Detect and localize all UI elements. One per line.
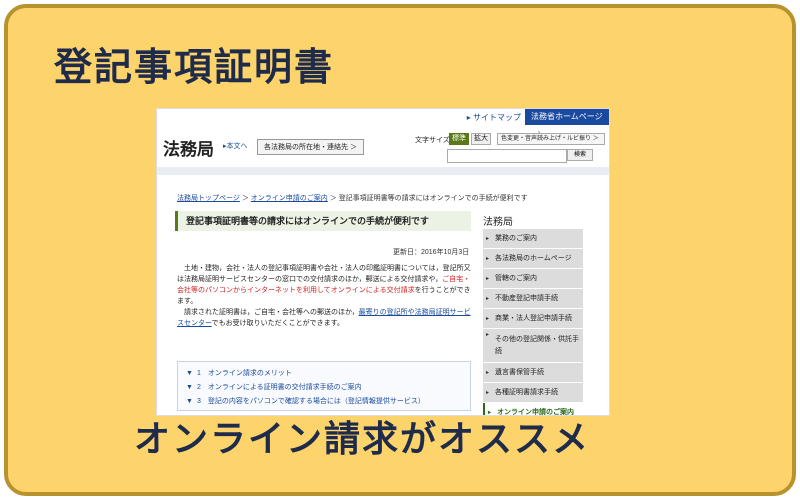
intro-text-4: でもお受け取りいただくことができます。 — [211, 320, 344, 327]
breadcrumb-online[interactable]: オンライン申請のご案内 — [251, 195, 328, 202]
breadcrumb-sep: ＞ — [241, 195, 249, 202]
website-screenshot: ▸ サイトマップ 法務省ホームページ› 法務局 ▸本文へ 各法務局の所在地・連絡… — [156, 108, 610, 416]
breadcrumb-current: 登記事項証明書等の請求にはオンラインでの手続が便利です — [338, 195, 528, 202]
breadcrumb: 法務局トップページ ＞ オンライン申請のご案内 ＞ 登記事項証明書等の請求にはオ… — [177, 193, 528, 203]
sidebar-item[interactable]: 管轄のご案内 — [483, 269, 583, 289]
fontsize-large-button[interactable]: 拡大 — [471, 133, 491, 145]
footer-text: オンライン請求がオススメ — [134, 419, 591, 460]
sidebar-item[interactable]: 商業・法人登記申請手続 — [483, 309, 583, 329]
sidebar-item[interactable]: 業務のご案内 — [483, 229, 583, 249]
sidebar-item[interactable]: 不動産登記申請手続 — [483, 289, 583, 309]
search-input[interactable] — [447, 149, 567, 163]
top-bar: ▸ サイトマップ 法務省ホームページ› — [157, 109, 609, 137]
sitemap-link[interactable]: ▸ サイトマップ — [467, 112, 521, 123]
search-button[interactable]: 検索 — [567, 149, 593, 161]
sidebar-item[interactable]: その他の登記関係・供託手続 — [483, 329, 583, 363]
skip-to-content-link[interactable]: ▸本文へ — [223, 141, 248, 151]
fontsize-label: 文字サイズ — [415, 137, 450, 144]
sidebar-item[interactable]: 各種証明書請求手続 — [483, 383, 583, 403]
sidebar-nav: 業務のご案内 各法務局のホームページ 管轄のご案内 不動産登記申請手続 商業・法… — [483, 229, 583, 415]
triangle-down-icon: ▼ — [186, 398, 193, 405]
promo-card: 登記事項証明書 ▸ サイトマップ 法務省ホームページ› 法務局 ▸本文へ 各法務… — [4, 4, 796, 496]
site-logo[interactable]: 法務局 — [163, 135, 214, 160]
sidebar-item[interactable]: 遺言書保管手続 — [483, 363, 583, 383]
toc-item[interactable]: ▼ 3 登記の内容をパソコンで確認する場合には（登記情報提供サービス） — [186, 396, 425, 406]
moj-home-button[interactable]: 法務省ホームページ› — [525, 109, 609, 137]
color-change-button[interactable]: 色変更・音声読み上げ・ルビ振り ＞ — [497, 133, 605, 145]
intro-text: 土地・建物，会社・法人の登記事項証明書や会社・法人の印鑑証明書については，登記所… — [177, 263, 471, 329]
toc-item[interactable]: ▼ 1 オンライン請求のメリット — [186, 368, 292, 378]
breadcrumb-home[interactable]: 法務局トップページ — [177, 195, 240, 202]
intro-text-1: 土地・建物，会社・法人の登記事項証明書や会社・法人の印鑑証明書については，登記所… — [177, 265, 471, 283]
sidebar-item[interactable]: 各法務局のホームページ — [483, 249, 583, 269]
updated-date: 更新日：2016年10月3日 — [393, 249, 470, 256]
table-of-contents: ▼ 1 オンライン請求のメリット ▼ 2 オンラインによる証明書の交付請求手続のご案… — [177, 361, 471, 411]
triangle-down-icon: ▼ — [186, 370, 193, 377]
triangle-down-icon: ▼ — [186, 384, 193, 391]
page-title: 登記事項証明書等の請求にはオンラインでの手続が便利です — [175, 211, 471, 231]
breadcrumb-sep: ＞ — [329, 195, 337, 202]
intro-text-3: 請求された証明書は，ご自宅・会社等への郵送のほか， — [177, 309, 359, 316]
toc-item[interactable]: ▼ 2 オンラインによる証明書の交付請求手続のご案内 — [186, 382, 362, 392]
headline: 登記事項証明書 — [54, 45, 335, 89]
location-button[interactable]: 各法務局の所在地・連絡先 ＞ — [257, 139, 364, 155]
fontsize-standard-button[interactable]: 標準 — [449, 133, 469, 145]
sidebar-title: 法務局 — [483, 217, 513, 228]
header-band — [157, 167, 609, 175]
